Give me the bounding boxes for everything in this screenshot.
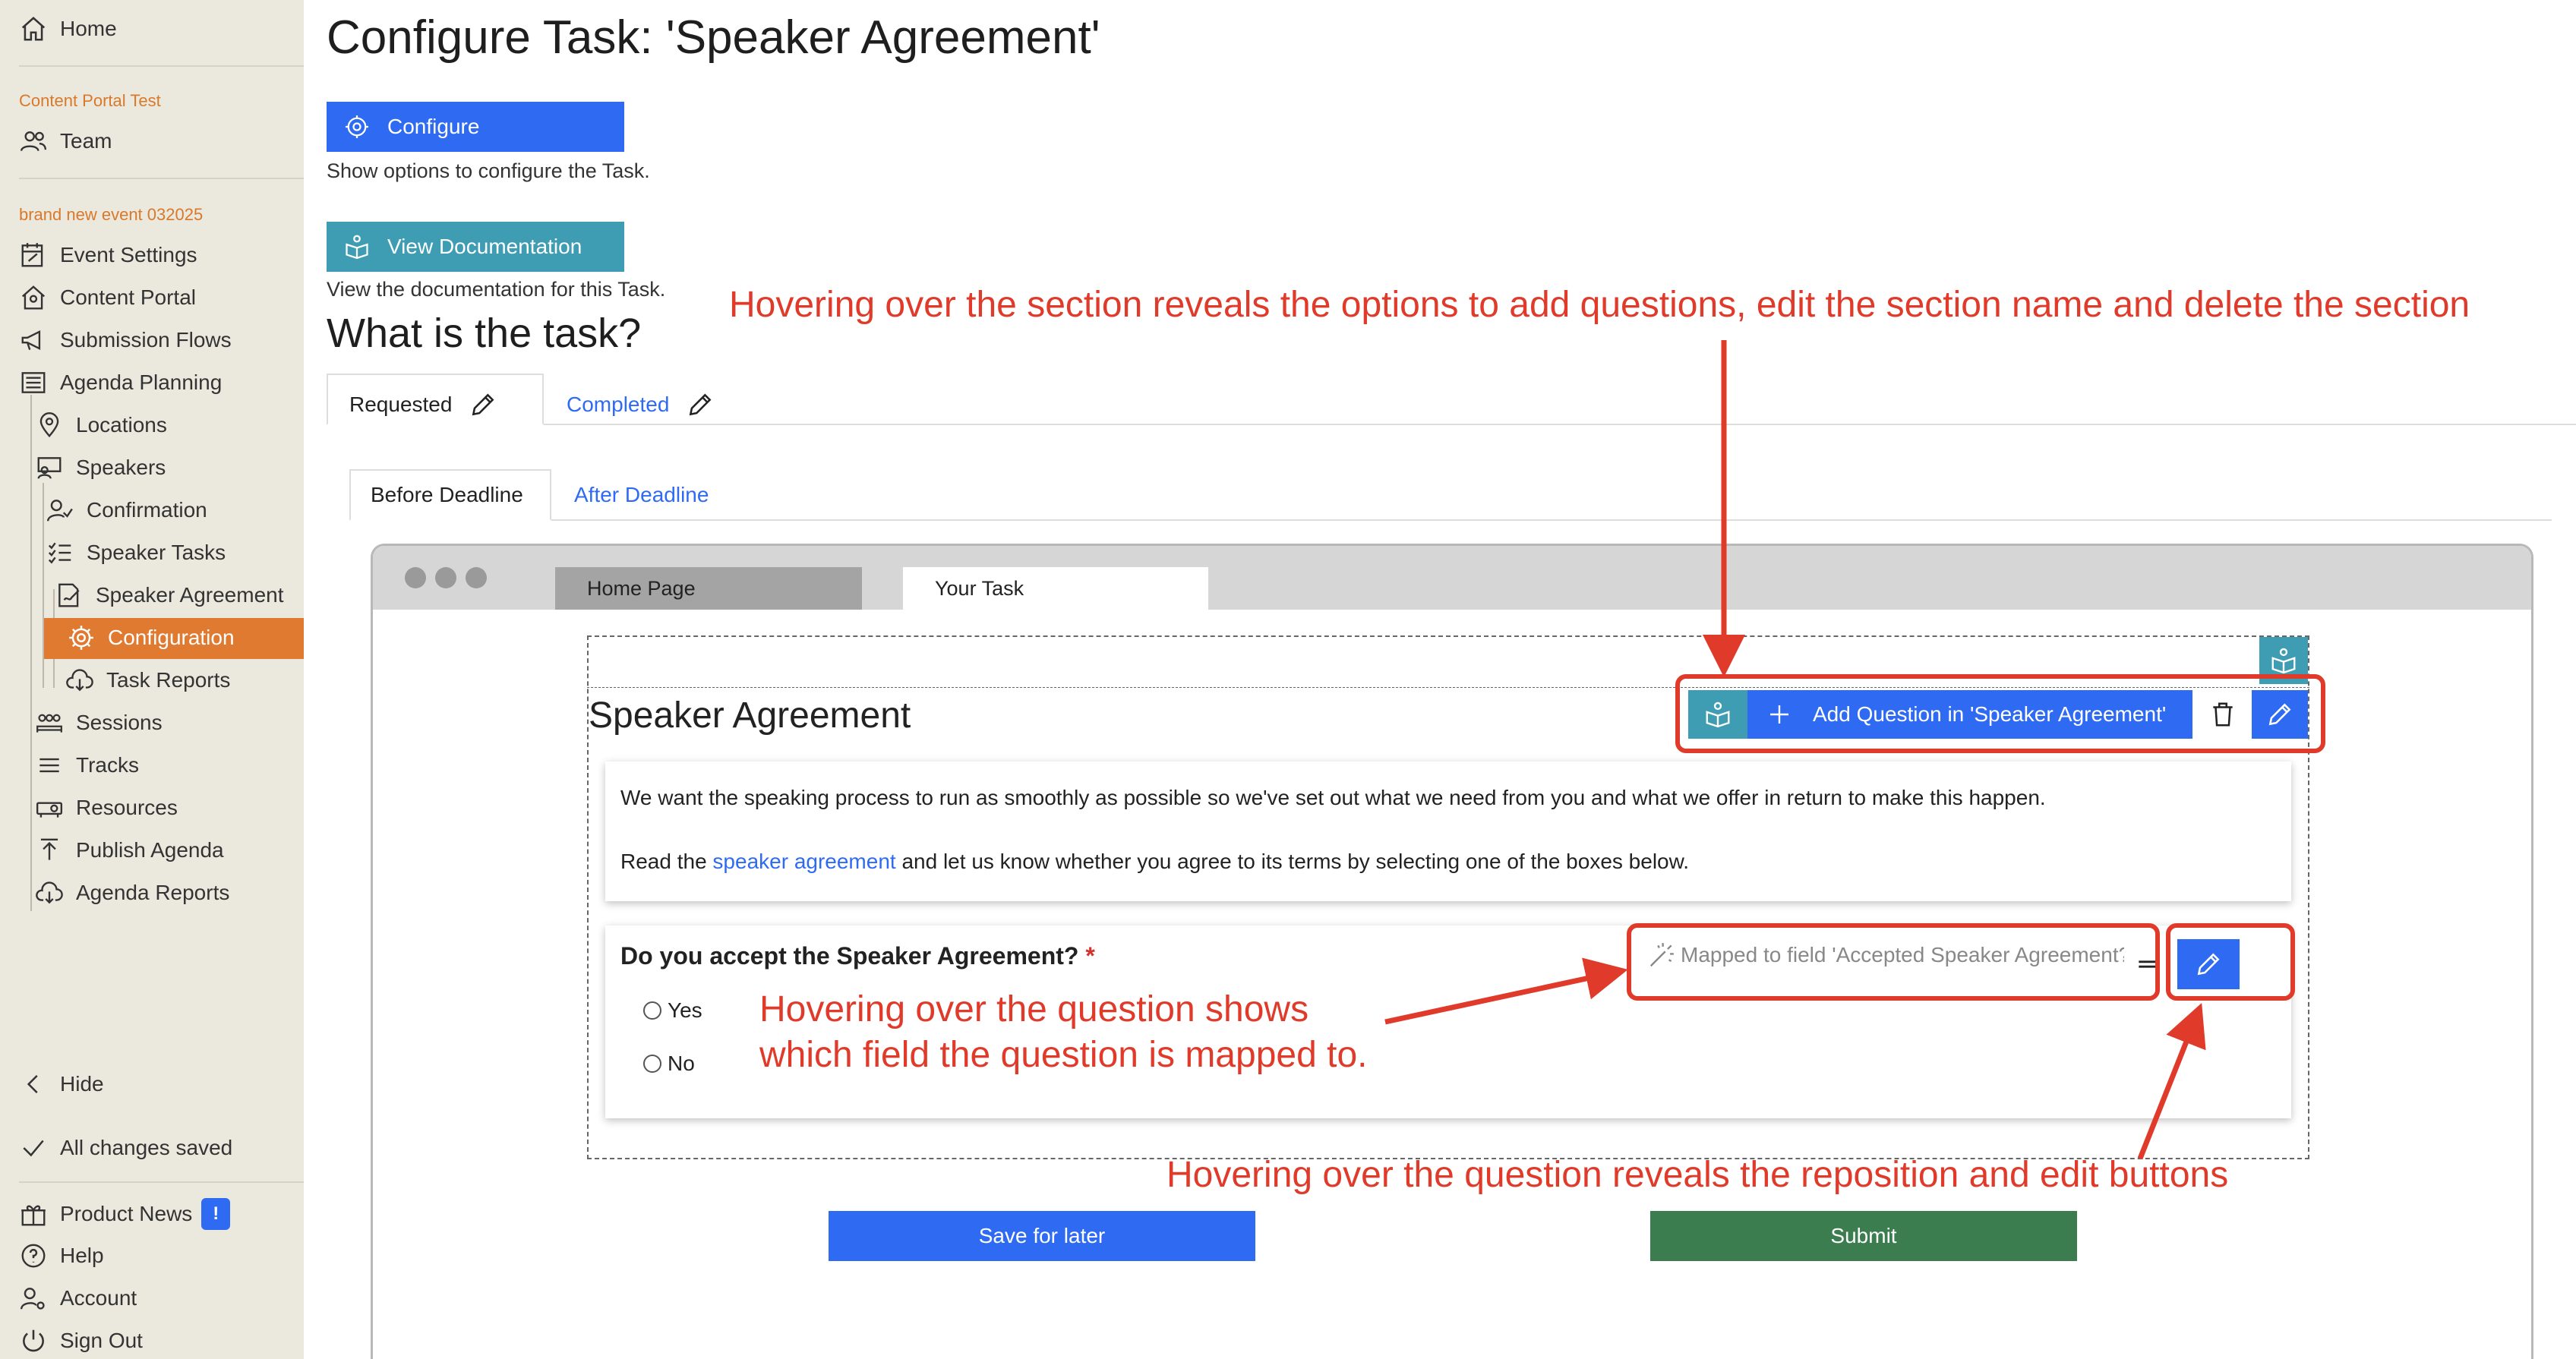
arrow-to-mapped-field	[1384, 957, 1628, 1025]
annotation-arrows	[1384, 340, 2206, 1160]
arrow-to-question-buttons	[2137, 1002, 2206, 1160]
